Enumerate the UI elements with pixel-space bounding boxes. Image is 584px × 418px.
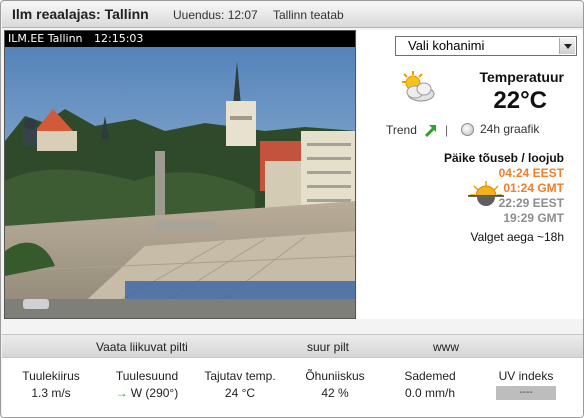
stat-label: Õhuniiskus	[305, 369, 365, 383]
stat-label: Tuulesuund	[115, 369, 179, 383]
weather-widget: Ilm reaalajas: Tallinn Uuendus: 12:07 Ta…	[0, 0, 584, 418]
sun-times: 04:24 EEST 01:24 GMT 22:29 EEST 19:29 GM…	[499, 166, 564, 226]
report-link[interactable]: Tallinn teatab	[273, 8, 344, 22]
webcam-time: 12:15:03	[94, 32, 144, 45]
stat-value: W (290°)	[130, 386, 179, 400]
sun-title: Päike tõuseb / loojub	[443, 151, 564, 165]
stat-value-wrap: → W (290°)	[97, 386, 197, 400]
wind-direction-arrow-icon: →	[115, 386, 128, 400]
big-picture-link[interactable]: suur pilt	[307, 340, 349, 354]
temperature-label: Temperatuur	[479, 69, 564, 85]
stat-uv-index: UV indeks ----	[476, 369, 576, 400]
sunrise-local: 04:24 EEST	[498, 166, 564, 180]
header-bar: Ilm reaalajas: Tallinn Uuendus: 12:07 Ta…	[2, 2, 583, 28]
stat-wind-speed: Tuulekiirus 1.3 m/s	[1, 369, 101, 400]
stat-label: UV indeks	[498, 369, 554, 383]
webcam-caption: ILM.EE Tallinn 12:15:03	[5, 31, 355, 47]
location-select[interactable]: Vali kohanimi	[395, 36, 577, 56]
stat-value: 0.0 mm/h	[404, 386, 455, 400]
sunset-local: 22:29 EEST	[498, 196, 564, 210]
moving-picture-link[interactable]: Vaata liikuvat pilti	[96, 340, 188, 354]
partly-cloudy-icon	[402, 71, 435, 102]
webcam-scene	[5, 31, 355, 318]
sunrise-gmt: 01:24 GMT	[503, 181, 564, 195]
webcam-label: ILM.EE Tallinn	[8, 32, 83, 45]
webcam-image[interactable]: ILM.EE Tallinn 12:15:03	[4, 30, 356, 319]
stat-value: 24 °C	[224, 386, 256, 400]
uv-index-bar: ----	[496, 386, 556, 400]
stat-value: 42 %	[321, 386, 349, 400]
stat-label: Tajutav temp.	[204, 369, 276, 383]
stat-label: Sademed	[404, 369, 456, 383]
stat-value: 1.3 m/s	[31, 386, 71, 400]
trend-up-arrow-icon	[425, 124, 437, 137]
graph-link[interactable]: 24h graafik	[461, 122, 540, 137]
temperature-value: 22°C	[493, 87, 547, 114]
stat-label: Tuulekiirus	[22, 369, 80, 383]
trend-indicator: Trend	[386, 123, 438, 138]
update-time: Uuendus: 12:07	[173, 8, 258, 22]
stat-humidity: Õhuniiskus 42 %	[285, 369, 385, 400]
weather-panel: Vali kohanimi Temperatuur 22°C Trend | 2…	[357, 30, 583, 319]
trend-label: Trend	[386, 123, 417, 137]
links-bar: Vaata liikuvat pilti suur pilt www	[2, 334, 583, 358]
sunset-gmt: 19:29 GMT	[503, 211, 564, 225]
www-link[interactable]: www	[433, 340, 459, 354]
separator: |	[445, 123, 449, 137]
stat-precipitation: Sademed 0.0 mm/h	[380, 369, 480, 400]
location-select-value: Vali kohanimi	[408, 38, 485, 53]
widget-title: Ilm reaalajas: Tallinn	[12, 6, 149, 22]
stat-feels-like: Tajutav temp. 24 °C	[190, 369, 290, 400]
graph-icon	[461, 123, 474, 137]
stat-wind-direction: Tuulesuund → W (290°)	[97, 369, 197, 400]
graph-label: 24h graafik	[480, 122, 540, 136]
daylight-duration: Valget aega ~18h	[470, 230, 564, 244]
chevron-down-icon[interactable]	[559, 38, 575, 54]
weather-stats: Tuulekiirus 1.3 m/s Tuulesuund → W (290°)…	[1, 358, 583, 417]
sunrise-sunset-icon	[468, 181, 504, 206]
